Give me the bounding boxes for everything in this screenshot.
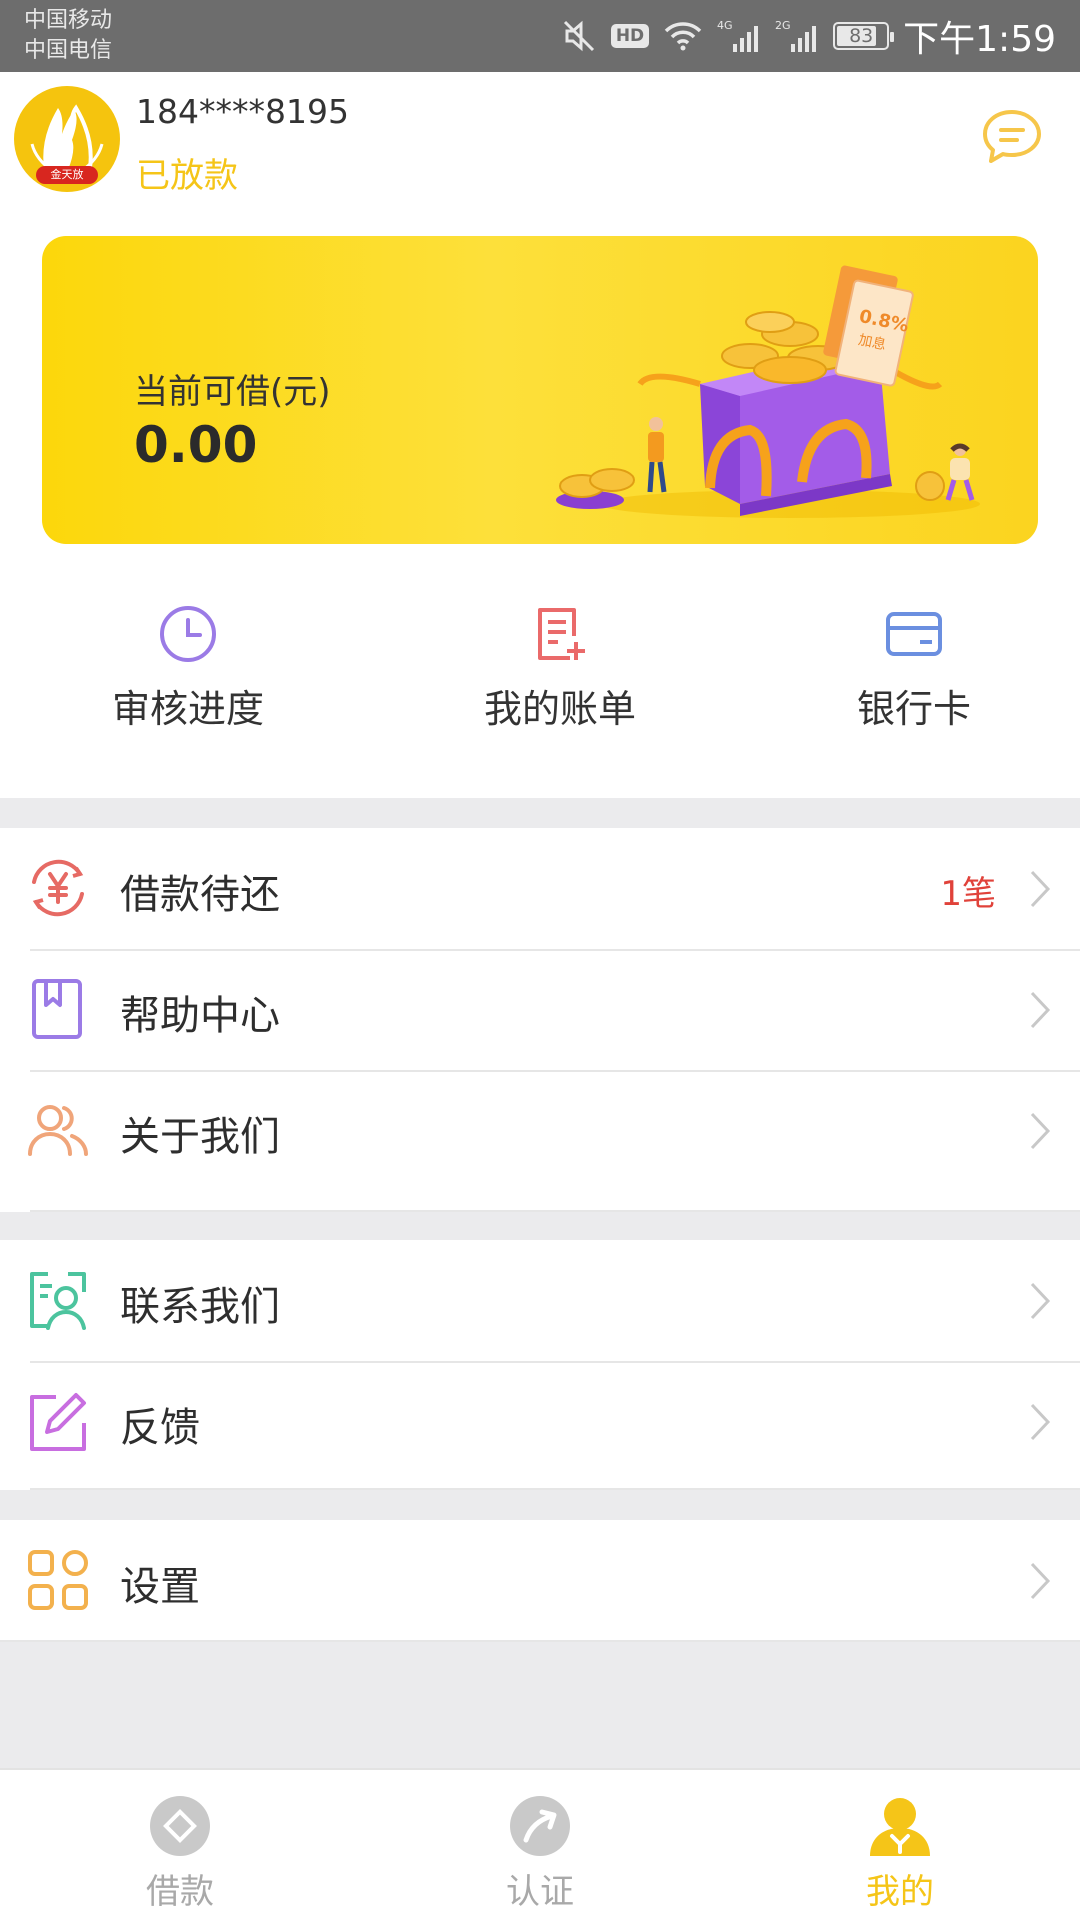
divider (0, 1640, 1080, 1642)
credit-banner[interactable]: 当前可借(元) 0.00 0.8% 加息 (42, 236, 1038, 544)
avatar[interactable]: 金天放 (14, 86, 120, 192)
status-icons: HD 4G 2G 83 下午1:59 (561, 0, 1056, 72)
pending-count-badge: 1笔 (940, 874, 996, 914)
menu-section-2: 联系我们 反馈 (0, 1240, 1080, 1490)
menu-item-contact-us[interactable]: 联系我们 (0, 1240, 1080, 1361)
arrow-circle-icon (510, 1796, 570, 1856)
available-credit-label: 当前可借(元) (134, 372, 331, 412)
menu-section-3: 设置 (0, 1520, 1080, 1642)
carrier-1: 中国移动 (24, 8, 113, 33)
mute-icon (561, 16, 597, 56)
chevron-right-icon (1030, 1562, 1051, 1600)
user-phone: 184****8195 (136, 92, 349, 131)
available-credit-amount: 0.00 (134, 416, 258, 474)
chat-bubble-icon (983, 110, 1041, 163)
menu-item-label: 帮助中心 (120, 993, 280, 1039)
diamond-icon (150, 1796, 210, 1856)
menu-item-label: 联系我们 (120, 1284, 280, 1330)
tab-label: 借款 (146, 1872, 214, 1912)
svg-text:2G: 2G (775, 19, 791, 32)
contact-card-icon (30, 1272, 86, 1330)
clock: 下午1:59 (903, 19, 1056, 60)
battery-level: 83 (849, 25, 874, 47)
tab-label: 认证 (506, 1872, 574, 1912)
wifi-icon (663, 16, 703, 56)
quick-action-bank-card[interactable]: 银行卡 (784, 582, 1044, 742)
gift-box-illustration: 0.8% 加息 (556, 265, 980, 518)
carrier-info: 中国移动 中国电信 (24, 6, 112, 66)
avatar-tag: 金天放 (36, 166, 98, 184)
status-bar: 中国移动 中国电信 HD 4G 2G 83 下午1:59 (0, 0, 1080, 72)
menu-item-label: 反馈 (120, 1405, 200, 1451)
divider (30, 1210, 1080, 1212)
menu-item-about-us[interactable]: 关于我们 (0, 1070, 1080, 1191)
chevron-right-icon (1030, 1403, 1051, 1441)
tab-verification[interactable]: 认证 (360, 1770, 720, 1920)
loan-status: 已放款 (136, 156, 238, 196)
quick-action-label: 银行卡 (856, 687, 971, 731)
menu-item-label: 关于我们 (120, 1114, 280, 1160)
quick-actions: 审核进度 我的账单 银行卡 (0, 582, 1080, 782)
tab-loan[interactable]: 借款 (0, 1770, 360, 1920)
menu-item-label: 设置 (120, 1564, 200, 1610)
quick-action-my-bills[interactable]: 我的账单 (430, 582, 690, 742)
tab-mine[interactable]: 我的 (720, 1770, 1080, 1920)
menu-item-help-center[interactable]: 帮助中心 (0, 949, 1080, 1070)
quick-action-label: 审核进度 (111, 687, 264, 731)
bill-icon (538, 608, 585, 660)
menu-item-settings[interactable]: 设置 (0, 1520, 1080, 1641)
menu-item-label: 借款待还 (120, 872, 280, 918)
card-icon (886, 612, 942, 656)
bottom-tab-bar: 借款 认证 我的 (0, 1768, 1080, 1920)
book-icon (32, 979, 82, 1039)
clock-icon (160, 606, 216, 662)
people-icon (28, 1105, 88, 1156)
message-button[interactable] (980, 106, 1044, 166)
carrier-2: 中国电信 (24, 38, 113, 63)
chevron-right-icon (1030, 1112, 1051, 1150)
edit-icon (30, 1393, 86, 1451)
chevron-right-icon (1030, 870, 1051, 908)
user-icon (870, 1798, 930, 1856)
tab-label: 我的 (866, 1872, 934, 1912)
quick-action-label: 我的账单 (483, 687, 636, 731)
content-top: 当前可借(元) 0.00 0.8% 加息 审核进度 我的账单 银行卡 (0, 212, 1080, 798)
yen-cycle-icon (32, 859, 84, 917)
chevron-right-icon (1030, 1282, 1051, 1320)
menu-item-loan-due[interactable]: 借款待还 1笔 (0, 828, 1080, 949)
chevron-right-icon (1030, 991, 1051, 1029)
divider (30, 1488, 1080, 1490)
svg-text:4G: 4G (717, 19, 733, 32)
grid-icon (28, 1550, 88, 1610)
signal-icon-2: 2G (775, 16, 819, 56)
profile-header: 金天放 184****8195 已放款 (0, 72, 1080, 212)
signal-icon-1: 4G (717, 16, 761, 56)
quick-action-review-progress[interactable]: 审核进度 (58, 582, 318, 742)
hd-icon: HD (610, 16, 650, 56)
menu-section-1: 借款待还 1笔 帮助中心 关于我们 (0, 828, 1080, 1212)
menu-item-feedback[interactable]: 反馈 (0, 1361, 1080, 1482)
battery-icon: 83 (833, 22, 895, 50)
